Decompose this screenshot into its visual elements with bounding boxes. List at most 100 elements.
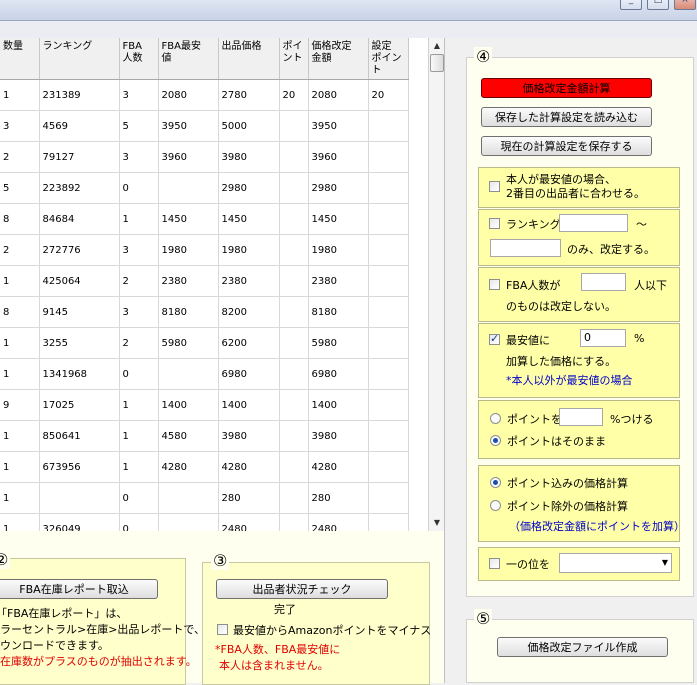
table-cell[interactable]: 2480 — [218, 513, 280, 531]
table-cell[interactable]: 2 — [119, 327, 159, 359]
table-cell[interactable]: 3 — [0, 110, 40, 142]
minimize-button[interactable]: _ — [620, 0, 642, 10]
table-cell[interactable]: 4280 — [308, 451, 369, 483]
table-cell[interactable]: 8 — [0, 296, 40, 328]
table-cell[interactable]: 1400 — [308, 389, 369, 421]
close-button[interactable]: × — [674, 0, 696, 10]
table-cell[interactable]: 2 — [0, 234, 40, 266]
table-cell[interactable]: 3980 — [308, 420, 369, 452]
table-cell[interactable] — [279, 451, 309, 483]
table-cell[interactable]: 1 — [0, 327, 40, 359]
table-row[interactable]: 3 4569 5 3950 5000 3950 — [0, 110, 409, 142]
ranking-from-input[interactable] — [559, 214, 628, 232]
table-cell[interactable]: 2480 — [308, 513, 369, 531]
save-settings-button[interactable]: 現在の計算設定を保存する — [481, 136, 652, 156]
table-cell[interactable]: 2380 — [158, 265, 219, 297]
table-cell[interactable] — [368, 234, 409, 266]
table-cell[interactable]: 0 — [119, 513, 159, 531]
table-cell[interactable]: 2080 — [308, 79, 369, 111]
table-cell[interactable]: 6980 — [308, 358, 369, 390]
table-row[interactable]: 9 17025 1 1400 1400 1400 — [0, 389, 409, 421]
column-header[interactable]: ポイ ント — [279, 38, 309, 80]
column-header[interactable]: FBA最安 値 — [158, 38, 219, 80]
table-cell[interactable]: 850641 — [39, 420, 120, 452]
table-cell[interactable]: 3 — [119, 141, 159, 173]
table-cell[interactable]: 1 — [0, 79, 40, 111]
table-cell[interactable]: 3980 — [218, 420, 280, 452]
table-cell[interactable]: 3980 — [218, 141, 280, 173]
table-cell[interactable]: 3960 — [308, 141, 369, 173]
table-cell[interactable]: 1 — [0, 451, 40, 483]
table-cell[interactable]: 2980 — [308, 172, 369, 204]
table-cell[interactable]: 5 — [119, 110, 159, 142]
calculate-price-button[interactable]: 価格改定金額計算 — [481, 78, 652, 98]
table-cell[interactable]: 5 — [0, 172, 40, 204]
lowest-price-checkbox[interactable] — [489, 332, 500, 345]
table-cell[interactable]: 1 — [0, 358, 40, 390]
scroll-down-arrow-icon[interactable]: ▼ — [429, 515, 445, 531]
table-cell[interactable]: 17025 — [39, 389, 120, 421]
table-cell[interactable]: 5980 — [158, 327, 219, 359]
table-cell[interactable] — [39, 482, 120, 514]
table-cell[interactable]: 2080 — [158, 79, 219, 111]
scrollbar-thumb[interactable] — [430, 54, 444, 72]
table-row[interactable]: 1 425064 2 2380 2380 2380 — [0, 265, 409, 297]
table-cell[interactable]: 9 — [0, 389, 40, 421]
table-cell[interactable]: 3950 — [308, 110, 369, 142]
table-row[interactable]: 5 223892 0 2980 2980 — [0, 172, 409, 204]
table-cell[interactable]: 1 — [119, 203, 159, 235]
table-cell[interactable]: 1 — [119, 420, 159, 452]
table-cell[interactable]: 8 — [0, 203, 40, 235]
table-row[interactable]: 2 79127 3 3960 3980 3960 — [0, 141, 409, 173]
table-cell[interactable] — [279, 420, 309, 452]
table-cell[interactable]: 84684 — [39, 203, 120, 235]
table-cell[interactable]: 3950 — [158, 110, 219, 142]
subtract-amazon-points-checkbox[interactable] — [217, 624, 228, 635]
table-cell[interactable] — [279, 234, 309, 266]
ones-place-checkbox[interactable] — [489, 558, 500, 569]
table-cell[interactable]: 4280 — [158, 451, 219, 483]
table-cell[interactable]: 1980 — [308, 234, 369, 266]
table-row[interactable]: 1 326049 0 2480 2480 — [0, 513, 409, 531]
exclude-points-radio[interactable] — [490, 500, 501, 511]
table-cell[interactable]: 6200 — [218, 327, 280, 359]
table-cell[interactable]: 0 — [119, 172, 159, 204]
table-cell[interactable]: 1980 — [158, 234, 219, 266]
table-row[interactable]: 1 231389 3 2080 2780 20 2080 20 — [0, 79, 409, 111]
table-row[interactable]: 1 850641 1 4580 3980 3980 — [0, 420, 409, 452]
table-cell[interactable]: 3 — [119, 234, 159, 266]
table-cell[interactable] — [368, 172, 409, 204]
table-cell[interactable]: 1 — [119, 389, 159, 421]
table-cell[interactable] — [158, 482, 219, 514]
table-cell[interactable]: 1 — [119, 451, 159, 483]
table-cell[interactable] — [279, 265, 309, 297]
table-cell[interactable]: 2 — [119, 265, 159, 297]
table-cell[interactable]: 8200 — [218, 296, 280, 328]
table-cell[interactable] — [368, 451, 409, 483]
seller-status-check-button[interactable]: 出品者状況チェック — [216, 579, 388, 599]
table-cell[interactable] — [279, 513, 309, 531]
table-cell[interactable]: 2980 — [218, 172, 280, 204]
table-cell[interactable] — [279, 389, 309, 421]
table-cell[interactable]: 3960 — [158, 141, 219, 173]
table-cell[interactable]: 0 — [119, 482, 159, 514]
table-cell[interactable]: 6980 — [218, 358, 280, 390]
table-cell[interactable]: 425064 — [39, 265, 120, 297]
table-cell[interactable]: 4280 — [218, 451, 280, 483]
table-cell[interactable]: 1450 — [218, 203, 280, 235]
table-cell[interactable]: 326049 — [39, 513, 120, 531]
table-cell[interactable]: 1450 — [158, 203, 219, 235]
ranking-checkbox[interactable] — [489, 218, 500, 229]
add-points-input[interactable] — [559, 408, 603, 426]
table-cell[interactable]: 272776 — [39, 234, 120, 266]
column-header[interactable]: 価格改定 金額 — [308, 38, 369, 80]
table-cell[interactable] — [368, 141, 409, 173]
table-cell[interactable]: 1341968 — [39, 358, 120, 390]
add-points-radio[interactable] — [490, 413, 501, 424]
table-cell[interactable] — [158, 513, 219, 531]
table-cell[interactable]: 280 — [308, 482, 369, 514]
include-points-radio[interactable] — [490, 477, 501, 488]
table-cell[interactable] — [158, 172, 219, 204]
table-row[interactable]: 2 272776 3 1980 1980 1980 — [0, 234, 409, 266]
load-settings-button[interactable]: 保存した計算設定を読み込む — [481, 107, 652, 127]
